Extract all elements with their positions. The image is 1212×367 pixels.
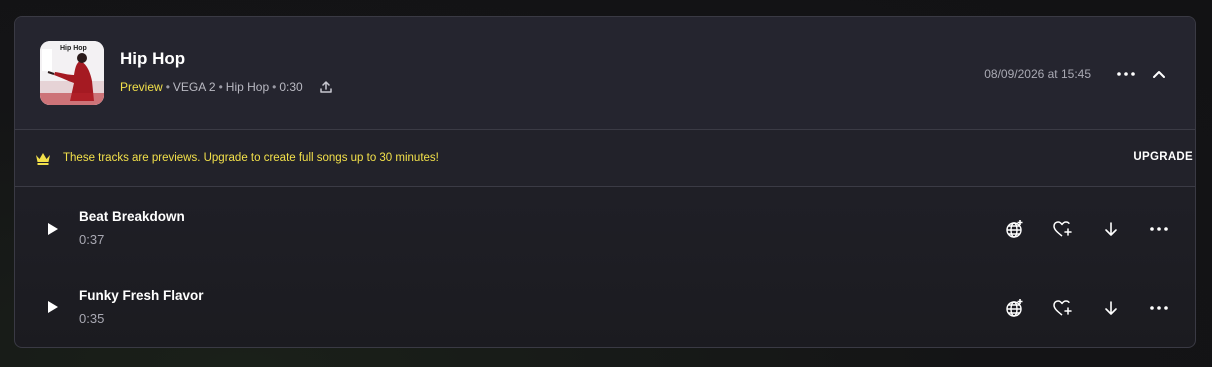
arrow-down-icon bbox=[1105, 222, 1117, 236]
album-header: Hip Hop Hip Hop Preview • VEGA 2 • Hip H… bbox=[15, 17, 1195, 130]
upgrade-button[interactable]: UPGRADE bbox=[1133, 151, 1193, 163]
banner-message: These tracks are previews. Upgrade to cr… bbox=[63, 152, 439, 164]
upload-icon[interactable] bbox=[319, 80, 333, 94]
preview-status: Preview bbox=[120, 80, 163, 94]
upgrade-banner: These tracks are previews. Upgrade to cr… bbox=[15, 130, 1195, 187]
more-horizontal-icon bbox=[1117, 72, 1135, 76]
chevron-up-icon bbox=[1153, 70, 1165, 78]
play-button[interactable] bbox=[43, 219, 63, 239]
cover-title-text: Hip Hop bbox=[60, 45, 87, 52]
model-name: VEGA 2 bbox=[172, 80, 216, 94]
album-meta: Preview • VEGA 2 • Hip Hop • 0:30 bbox=[120, 80, 333, 94]
publish-button[interactable] bbox=[1003, 217, 1027, 241]
track-actions bbox=[979, 217, 1171, 241]
creation-date: 08/09/2026 at 15:45 bbox=[984, 67, 1091, 81]
track-row[interactable]: Beat Breakdown 0:37 bbox=[15, 187, 1195, 267]
play-button[interactable] bbox=[43, 297, 63, 317]
track-title: Funky Fresh Flavor bbox=[79, 288, 204, 303]
album-more-button[interactable] bbox=[1115, 65, 1137, 83]
album-title: Hip Hop bbox=[120, 49, 186, 68]
play-icon bbox=[48, 223, 58, 235]
favorite-button[interactable] bbox=[1051, 296, 1075, 320]
collapse-button[interactable] bbox=[1149, 64, 1169, 84]
track-duration: 0:37 bbox=[79, 232, 105, 247]
track-title: Beat Breakdown bbox=[79, 209, 185, 224]
globe-icon bbox=[1006, 220, 1023, 238]
favorite-button[interactable] bbox=[1051, 217, 1075, 241]
crown-icon bbox=[36, 153, 50, 165]
track-more-button[interactable] bbox=[1147, 296, 1171, 320]
more-horizontal-icon bbox=[1150, 306, 1168, 310]
publish-button[interactable] bbox=[1003, 296, 1027, 320]
page: Hip Hop Hip Hop Preview • VEGA 2 • Hip H… bbox=[0, 0, 1212, 367]
meta-separator: • bbox=[218, 80, 223, 94]
meta-separator: • bbox=[272, 80, 277, 94]
track-duration: 0:35 bbox=[79, 311, 105, 326]
album-card: Hip Hop Hip Hop Preview • VEGA 2 • Hip H… bbox=[14, 16, 1196, 348]
album-duration: 0:30 bbox=[279, 80, 303, 94]
arrow-down-icon bbox=[1105, 301, 1117, 315]
track-actions bbox=[979, 296, 1171, 320]
genre-name: Hip Hop bbox=[225, 80, 270, 94]
more-horizontal-icon bbox=[1150, 227, 1168, 231]
heart-plus-icon bbox=[1053, 221, 1072, 237]
globe-icon bbox=[1006, 299, 1023, 317]
track-more-button[interactable] bbox=[1147, 217, 1171, 241]
download-button[interactable] bbox=[1099, 296, 1123, 320]
play-icon bbox=[48, 301, 58, 313]
meta-separator: • bbox=[165, 80, 170, 94]
download-button[interactable] bbox=[1099, 217, 1123, 241]
heart-plus-icon bbox=[1053, 300, 1072, 316]
track-row[interactable]: Funky Fresh Flavor 0:35 bbox=[15, 267, 1195, 347]
album-cover[interactable]: Hip Hop bbox=[40, 41, 104, 105]
